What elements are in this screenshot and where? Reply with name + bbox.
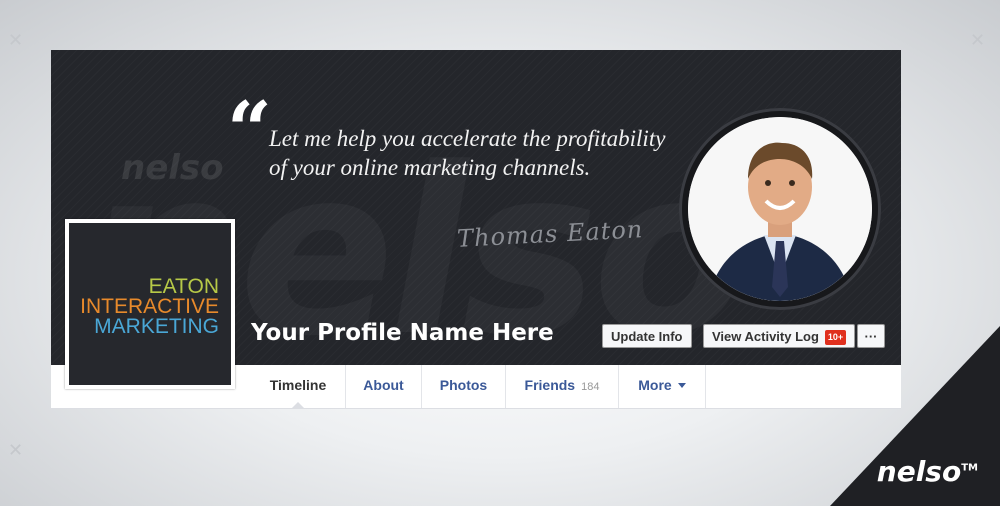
profile-name: Your Profile Name Here [251, 320, 554, 346]
update-info-label: Update Info [611, 329, 683, 344]
profile-photo-frame [679, 108, 881, 310]
tab-label: More [638, 377, 672, 393]
person-portrait-icon [688, 117, 872, 301]
tab-label: Friends [524, 377, 576, 393]
logo-line-marketing: MARKETING [94, 315, 219, 338]
tab-label: Photos [439, 377, 488, 393]
tab-about[interactable]: About [346, 365, 422, 408]
company-logo: EATON INTERACTIVE MARKETING [69, 223, 231, 385]
cover-quote: Let me help you accelerate the profitabi… [269, 126, 666, 180]
background-pattern: ✕ [970, 30, 986, 51]
friends-count: 184 [581, 381, 600, 393]
active-tab-indicator [291, 402, 305, 409]
nelso-logo: nelsoTM [876, 455, 978, 488]
tab-photos[interactable]: Photos [422, 365, 506, 408]
view-activity-log-label: View Activity Log [712, 329, 819, 344]
tab-label: Timeline [269, 377, 327, 393]
background-pattern: ✕ [8, 440, 24, 461]
tab-more[interactable]: More [619, 365, 706, 408]
tab-friends[interactable]: Friends 184 [506, 365, 619, 408]
tab-label: About [363, 377, 404, 393]
watermark-small: nelso [121, 148, 224, 188]
background-pattern: ✕ [8, 30, 24, 51]
profile-picture[interactable]: EATON INTERACTIVE MARKETING [65, 219, 235, 389]
quote-icon: “ [227, 85, 272, 176]
profile-photo[interactable] [688, 117, 872, 301]
update-info-button[interactable]: Update Info [602, 324, 692, 348]
chevron-down-icon [677, 383, 686, 388]
